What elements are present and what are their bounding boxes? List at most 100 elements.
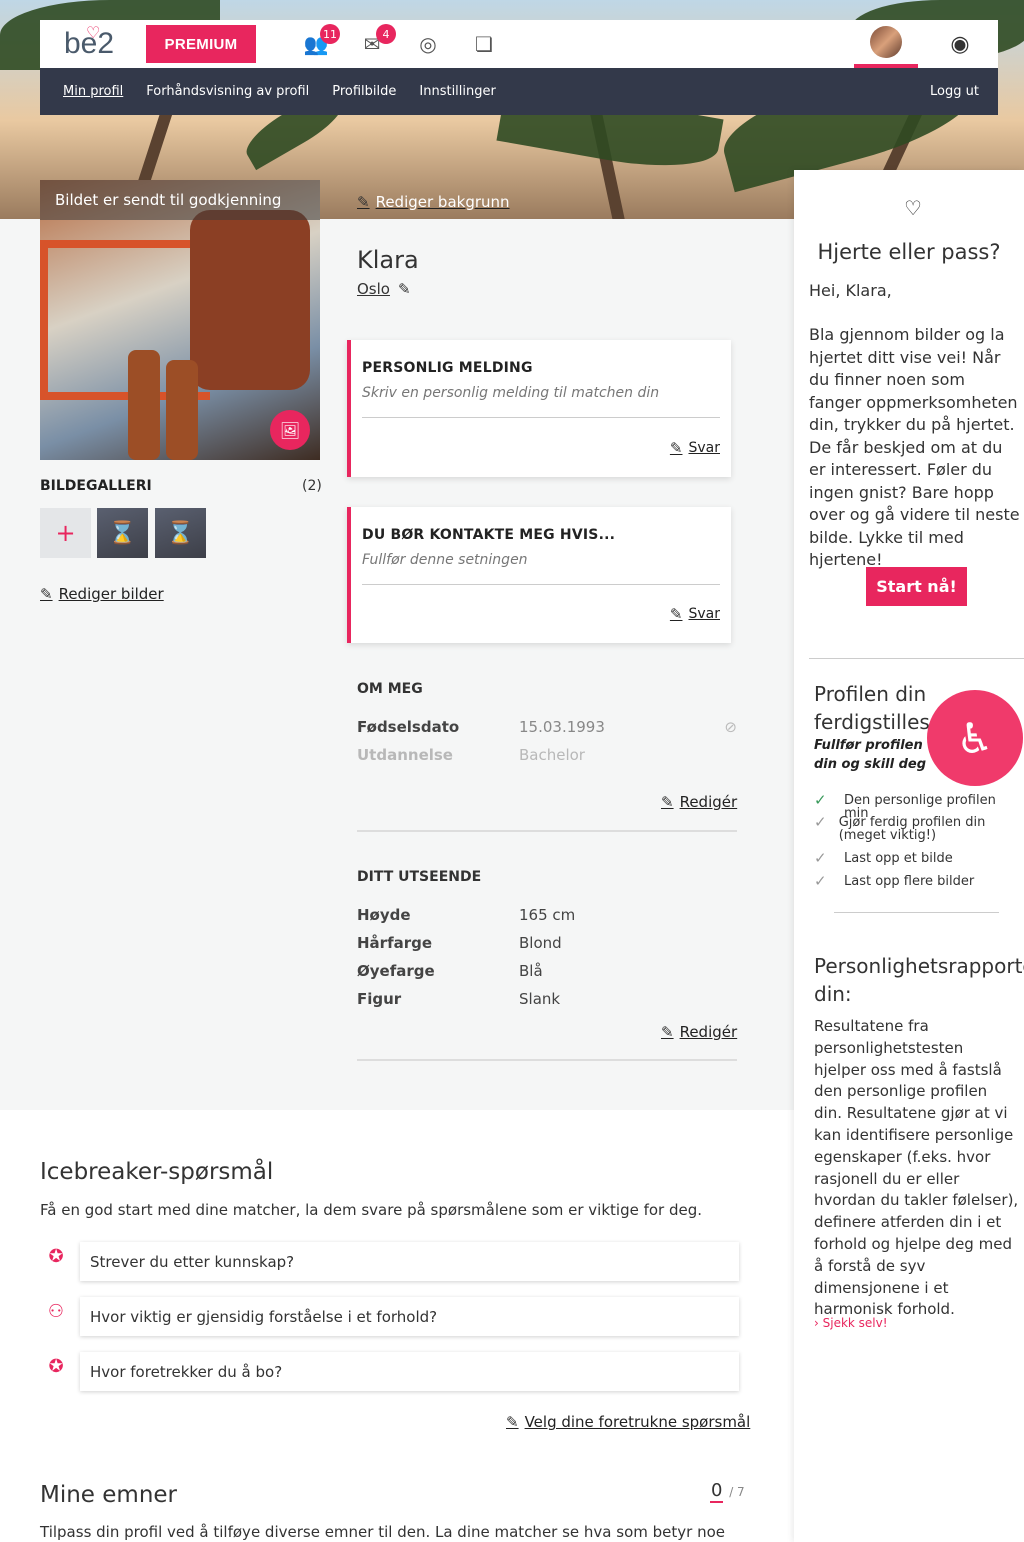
- appearance-key: Høyde: [357, 906, 411, 924]
- appearance-key: Figur: [357, 990, 402, 1008]
- about-me-title: OM MEG: [357, 681, 423, 697]
- about-key: Utdannelse: [357, 746, 453, 764]
- hidden-eye-icon[interactable]: ⊘: [724, 718, 737, 736]
- pencil-icon: ✎: [661, 793, 674, 811]
- icebreaker-question[interactable]: Hvor viktig er gjensidig forståelse i et…: [80, 1297, 739, 1336]
- appearance-key: Hårfarge: [357, 934, 433, 952]
- personal-message-card: PERSONLIG MELDING Skriv en personlig mel…: [347, 340, 731, 477]
- checklist-label: Last opp flere bilder: [844, 874, 975, 889]
- personal-message-placeholder[interactable]: Skriv en personlig melding til matchen d…: [362, 385, 720, 418]
- checklist-item[interactable]: ✓ Last opp et bilde: [814, 849, 953, 867]
- hourglass-icon: ⌛: [166, 520, 195, 546]
- appearance-value: Slank: [519, 990, 561, 1008]
- profile-photo[interactable]: Bildet er sendt til godkjenning 🖼: [40, 180, 320, 460]
- choose-questions-link[interactable]: ✎ Velg dine foretrukne spørsmål: [506, 1413, 750, 1431]
- appearance-row: Hårfarge Blond: [357, 934, 737, 952]
- edit-background-label: Rediger bakgrunn: [375, 193, 510, 211]
- gallery-thumbnail-pending[interactable]: ⌛: [155, 508, 206, 558]
- my-topics-subtitle: Tilpass din profil ved å tilføye diverse…: [40, 1523, 725, 1542]
- change-photo-icon[interactable]: 🖼: [270, 410, 310, 450]
- profile-city[interactable]: Oslo ✎: [357, 280, 411, 298]
- pencil-icon: ✎: [357, 193, 370, 211]
- pencil-icon: ✎: [40, 585, 53, 603]
- card-title: PERSONLIG MELDING: [362, 360, 533, 376]
- start-now-button[interactable]: Start nå!: [866, 567, 967, 606]
- appearance-row: Høyde 165 cm: [357, 906, 737, 924]
- heart-or-pass-title: Hjerte eller pass?: [817, 240, 1001, 264]
- cards-icon[interactable]: ❏: [470, 30, 498, 58]
- choose-questions-label: Velg dine foretrukne spørsmål: [524, 1413, 751, 1431]
- photo-coat: [190, 210, 310, 390]
- edit-photos-label: Rediger bilder: [58, 585, 164, 603]
- contact-me-placeholder[interactable]: Fullfør denne setningen: [362, 552, 720, 585]
- checklist-label: Last opp et bilde: [844, 851, 953, 866]
- visitors-badge: 11: [320, 24, 340, 44]
- check-icon: ✓: [814, 872, 827, 890]
- edit-appearance-link[interactable]: ✎ Redigér: [661, 1023, 737, 1041]
- profile-completion-subtitle: Fullfør profilen din og skill deg ut fra…: [814, 738, 927, 772]
- answer-label: Svar: [688, 606, 720, 622]
- photo-boot: [128, 350, 160, 460]
- pencil-icon: ✎: [669, 605, 683, 623]
- answer-label: Svar: [688, 440, 720, 456]
- add-photo-button[interactable]: +: [40, 508, 91, 558]
- personality-report-title: Personlighetsrapporten din:: [814, 954, 1024, 1006]
- edit-label: Redigér: [679, 793, 738, 811]
- pencil-icon: ✎: [669, 439, 683, 457]
- be2-logo[interactable]: be2 ♡: [64, 25, 114, 61]
- appearance-title: DITT UTSEENDE: [357, 869, 482, 885]
- checklist-item[interactable]: ✓ Gjør ferdig profilen din (meget viktig!…: [814, 815, 1014, 843]
- profile-completion-title: Profilen din ferdigstilles: [814, 682, 930, 734]
- accessibility-icon[interactable]: ♿: [927, 690, 1023, 786]
- icebreaker-question[interactable]: Strever du etter kunnskap?: [80, 1242, 739, 1281]
- edit-photos-link[interactable]: ✎ Rediger bilder: [40, 585, 164, 603]
- about-row-education: Utdannelse Bachelor: [357, 746, 737, 764]
- sidebar-divider: [809, 658, 1024, 659]
- messages-icon[interactable]: ✉ 4: [358, 24, 396, 58]
- heart-description: Bla gjennom bilder og la hjertet ditt vi…: [809, 325, 1020, 569]
- topics-counter: 0 / 7: [710, 1480, 745, 1503]
- personality-report-text: Resultatene fra personlighetstesten hjel…: [814, 1017, 1019, 1319]
- topics-total: / 7: [729, 1485, 745, 1499]
- award-icon: ✪: [48, 1355, 64, 1377]
- hourglass-icon: ⌛: [108, 520, 137, 546]
- answer-link[interactable]: ✎ Svar: [670, 439, 720, 457]
- my-topics-title: Mine emner: [40, 1482, 178, 1508]
- answer-link[interactable]: ✎ Svar: [670, 605, 720, 623]
- messages-badge: 4: [376, 24, 396, 44]
- edit-about-link[interactable]: ✎ Redigér: [661, 793, 737, 811]
- right-sidebar: ♡ Hjerte eller pass? Hei, Klara, Bla gje…: [794, 170, 1024, 1542]
- appearance-value: 165 cm: [519, 906, 576, 924]
- award-icon: ✪: [48, 1245, 64, 1267]
- check-icon: ✓: [814, 849, 827, 867]
- subnav-preview-profile[interactable]: Forhåndsvisning av profil: [146, 84, 309, 99]
- profile-subnav: Min profil Forhåndsvisning av profil Pro…: [40, 68, 998, 115]
- checklist-label: Gjør ferdig profilen din (meget viktig!): [838, 815, 986, 843]
- profile-name: Klara: [357, 246, 419, 274]
- about-row-birthdate: Fødselsdato 15.03.1993 ⊘: [357, 718, 737, 736]
- subnav-profile-picture[interactable]: Profilbilde: [332, 84, 396, 99]
- city-label: Oslo: [357, 280, 390, 298]
- sidebar-divider: [834, 912, 999, 913]
- discover-icon[interactable]: ◎: [414, 30, 442, 58]
- checklist-item[interactable]: ✓ Last opp flere bilder: [814, 872, 975, 890]
- subnav-my-profile[interactable]: Min profil: [63, 84, 123, 99]
- subnav-settings[interactable]: Innstillinger: [419, 84, 495, 99]
- eye-icon[interactable]: ◉: [940, 30, 980, 58]
- about-value: 15.03.1993: [519, 718, 605, 736]
- visitors-icon[interactable]: 👥 11: [302, 24, 340, 58]
- icebreaker-title: Icebreaker-spørsmål: [40, 1159, 274, 1185]
- logout-link[interactable]: Logg ut: [930, 84, 979, 99]
- appearance-row: Figur Slank: [357, 990, 737, 1008]
- icebreaker-question[interactable]: Hvor foretrekker du å bo?: [80, 1352, 739, 1391]
- gallery-thumbnail-pending[interactable]: ⌛: [97, 508, 148, 558]
- check-yourself-link[interactable]: › Sjekk selv!: [814, 1316, 888, 1330]
- edit-background-link[interactable]: ✎ Rediger bakgrunn: [357, 193, 510, 211]
- appearance-row: Øyefarge Blå: [357, 962, 737, 980]
- top-navigation-bar: be2 ♡ PREMIUM 👥 11 ✉ 4 ◎ ❏ ◉: [40, 20, 998, 68]
- appearance-value: Blå: [519, 962, 543, 980]
- people-icon: ⚇: [47, 1300, 65, 1322]
- profile-menu[interactable]: [854, 20, 918, 68]
- appearance-key: Øyefarge: [357, 962, 435, 980]
- premium-button[interactable]: PREMIUM: [146, 25, 256, 63]
